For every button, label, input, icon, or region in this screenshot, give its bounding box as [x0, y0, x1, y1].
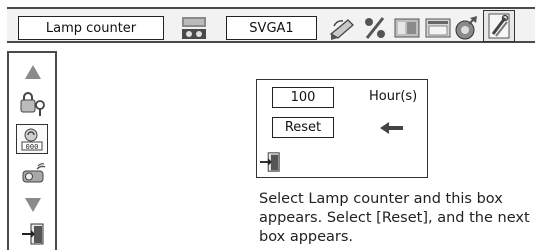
hours-unit-label: Hour(s) — [369, 89, 418, 104]
screen-icon[interactable] — [423, 15, 453, 41]
lamp-counter-icon[interactable]: 000 — [16, 124, 48, 154]
input-mode-display: SVGA1 — [226, 16, 317, 40]
settings-icon[interactable] — [452, 13, 482, 43]
menu-title-lamp-counter[interactable]: Lamp counter — [18, 16, 164, 40]
arrow-left-icon — [379, 119, 405, 137]
instruction-text: Select Lamp counter and this box appears… — [259, 191, 530, 245]
dialog-exit-icon[interactable] — [258, 150, 282, 174]
security-key-icon[interactable] — [18, 90, 48, 118]
image-select-icon[interactable] — [392, 15, 422, 41]
remote-projector-icon[interactable] — [18, 160, 48, 188]
pc-adjust-icon[interactable] — [327, 13, 357, 43]
reset-button[interactable]: Reset — [272, 117, 334, 138]
up-arrow-icon[interactable] — [22, 62, 44, 82]
percent-icon[interactable] — [360, 13, 390, 43]
side-exit-icon[interactable] — [19, 220, 47, 248]
hours-value-text: 100 — [290, 90, 316, 105]
down-arrow-icon[interactable] — [22, 195, 44, 215]
menu-title-label: Lamp counter — [45, 20, 137, 36]
input-mode-label: SVGA1 — [249, 20, 294, 36]
input-select-icon[interactable] — [178, 15, 210, 41]
reset-button-label: Reset — [284, 120, 322, 135]
tools-icon[interactable] — [483, 10, 515, 42]
svg-text:000: 000 — [26, 143, 39, 151]
hours-value-field: 100 — [272, 87, 334, 108]
